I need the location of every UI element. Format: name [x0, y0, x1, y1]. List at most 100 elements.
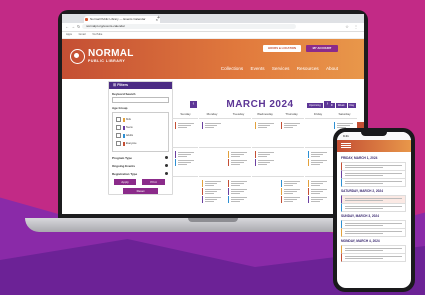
calendar-event[interactable] — [307, 151, 327, 158]
calendar-day-cell[interactable] — [198, 118, 225, 146]
calendar-event[interactable] — [201, 122, 221, 129]
calendar-event[interactable] — [228, 151, 247, 158]
calendar-event[interactable] — [281, 196, 300, 203]
calendar-event[interactable] — [281, 180, 300, 187]
calendar-day-cell[interactable] — [198, 176, 225, 204]
calendar-day-cell[interactable] — [251, 176, 278, 204]
browser-tools-icon[interactable]: ☆ ⋮ — [345, 24, 360, 29]
calendar-event[interactable] — [307, 180, 327, 187]
month-title: MARCH 2024 — [226, 99, 294, 110]
calendar-day-cell[interactable] — [251, 147, 278, 175]
calendar-day-cell[interactable] — [278, 176, 304, 204]
calendar-event[interactable] — [175, 159, 194, 166]
view-day-button[interactable]: Day — [347, 103, 357, 108]
nav-resources[interactable]: Resources — [297, 66, 319, 71]
calendar-day-cell[interactable] — [251, 118, 278, 146]
weekday-header: Tuesday — [232, 112, 245, 116]
calendar-day-cell[interactable] — [172, 176, 198, 204]
calendar-day-cell[interactable] — [172, 118, 198, 146]
calendar-event[interactable] — [307, 188, 327, 195]
url-field[interactable]: normalpl.org/events-calendar — [82, 24, 296, 29]
print-button[interactable]: Print — [142, 179, 165, 185]
program-type-toggle[interactable]: Program Type — [109, 153, 172, 161]
menu-icon[interactable] — [341, 143, 351, 148]
reset-button[interactable]: Reset — [123, 188, 158, 194]
calendar-event[interactable] — [307, 159, 327, 166]
ongoing-events-toggle[interactable]: Ongoing Events — [109, 161, 172, 169]
calendar-event[interactable] — [228, 188, 247, 195]
phone-event-card[interactable] — [341, 253, 406, 262]
age-option-kids[interactable]: Kids — [116, 117, 131, 122]
calendar-day-cell[interactable] — [278, 118, 304, 146]
calendar-event[interactable] — [281, 122, 300, 129]
nav-about[interactable]: About — [326, 66, 338, 71]
main-nav: Collections Events Services Resources Ab… — [215, 66, 338, 71]
nav-services[interactable]: Services — [272, 66, 290, 71]
logo-title[interactable]: NORMAL — [88, 48, 134, 59]
calendar-event[interactable] — [175, 122, 194, 129]
weekday-header: Saturday — [338, 112, 351, 116]
phone-event-card[interactable] — [341, 203, 406, 212]
bookmark-item[interactable]: YouTube — [92, 33, 102, 36]
age-option-everyone[interactable]: Everyone — [116, 141, 137, 146]
expand-icon — [165, 156, 168, 159]
next-month-button[interactable]: › — [324, 101, 331, 108]
filters-header: ☰ Filters — [109, 82, 172, 89]
nav-arrows-icon[interactable]: ←→↻ — [65, 24, 82, 29]
phone-event-card[interactable] — [341, 178, 406, 187]
age-group-label: Age Group — [112, 106, 128, 110]
phone-notch — [361, 132, 387, 136]
weekday-header: Monday — [206, 112, 218, 116]
age-option-teens[interactable]: Teens — [116, 125, 133, 130]
phone-event-card[interactable] — [341, 228, 406, 237]
my-account-button[interactable]: MY ACCOUNT — [306, 45, 338, 52]
logo-subtitle: PUBLIC LIBRARY — [88, 59, 126, 63]
filters-panel: ☰ Filters Keyword Search Age Group Kids … — [108, 81, 173, 195]
calendar-day-cell[interactable] — [198, 147, 225, 175]
bookmark-item[interactable]: Apps — [66, 33, 72, 36]
apply-button[interactable]: Apply — [114, 179, 136, 185]
registration-type-toggle[interactable]: Registration Type — [109, 169, 172, 177]
calendar-day-cell[interactable] — [225, 176, 251, 204]
calendar-event[interactable] — [228, 159, 247, 166]
calendar-event[interactable] — [201, 196, 221, 203]
library-logo-icon[interactable] — [70, 49, 85, 64]
age-group-list: Kids Teens Adults Everyone — [112, 112, 169, 152]
bookmarks-bar: Apps Gmail YouTube — [62, 32, 364, 39]
nav-events[interactable]: Events — [251, 66, 265, 71]
hours-location-button[interactable]: HOURS & LOCATION — [263, 45, 301, 52]
favicon-icon — [85, 18, 88, 21]
calendar-day-cell[interactable] — [304, 147, 331, 175]
calendar-day-cell[interactable] — [304, 176, 331, 204]
calendar-event[interactable] — [254, 151, 274, 158]
phone-day-heading: MONDAY, MARCH 4, 2024 — [341, 239, 380, 243]
calendar-event[interactable] — [201, 188, 221, 195]
view-week-button[interactable]: Week — [335, 103, 347, 108]
browser-tab-bar: Normal Public Library — Events Calendar … — [62, 14, 364, 30]
expand-icon — [165, 164, 168, 167]
calendar-event[interactable] — [254, 122, 274, 129]
browser-tab[interactable]: Normal Public Library — Events Calendar … — [84, 16, 160, 23]
bookmark-item[interactable]: Gmail — [79, 33, 86, 36]
age-option-adults[interactable]: Adults — [116, 133, 133, 138]
prev-month-button[interactable]: ‹ — [190, 101, 197, 108]
calendar-day-cell[interactable] — [225, 147, 251, 175]
calendar-event[interactable] — [175, 151, 194, 158]
calendar-day-cell[interactable] — [278, 147, 304, 175]
new-tab-icon[interactable]: + — [157, 15, 160, 21]
nav-collections[interactable]: Collections — [221, 66, 243, 71]
phone-screen: 9:41 FRIDAY, MARCH 1, 2024 SATURDAY, MARC… — [337, 132, 411, 288]
calendar-day-cell[interactable] — [304, 118, 331, 146]
calendar-event[interactable] — [307, 196, 327, 203]
site-header: NORMAL PUBLIC LIBRARY HOURS & LOCATION M… — [62, 39, 364, 79]
calendar-day-cell[interactable] — [225, 118, 251, 146]
calendar-event[interactable] — [228, 180, 247, 187]
calendar-day-cell[interactable] — [172, 147, 198, 175]
weekday-header: Friday — [313, 112, 323, 116]
calendar-event[interactable] — [228, 196, 247, 203]
calendar-event[interactable] — [281, 188, 300, 195]
phone-day-heading: SATURDAY, MARCH 2, 2024 — [341, 189, 383, 193]
laptop-screen: Normal Public Library — Events Calendar … — [62, 14, 364, 214]
calendar-event[interactable] — [254, 159, 274, 166]
calendar-event[interactable] — [201, 180, 221, 187]
